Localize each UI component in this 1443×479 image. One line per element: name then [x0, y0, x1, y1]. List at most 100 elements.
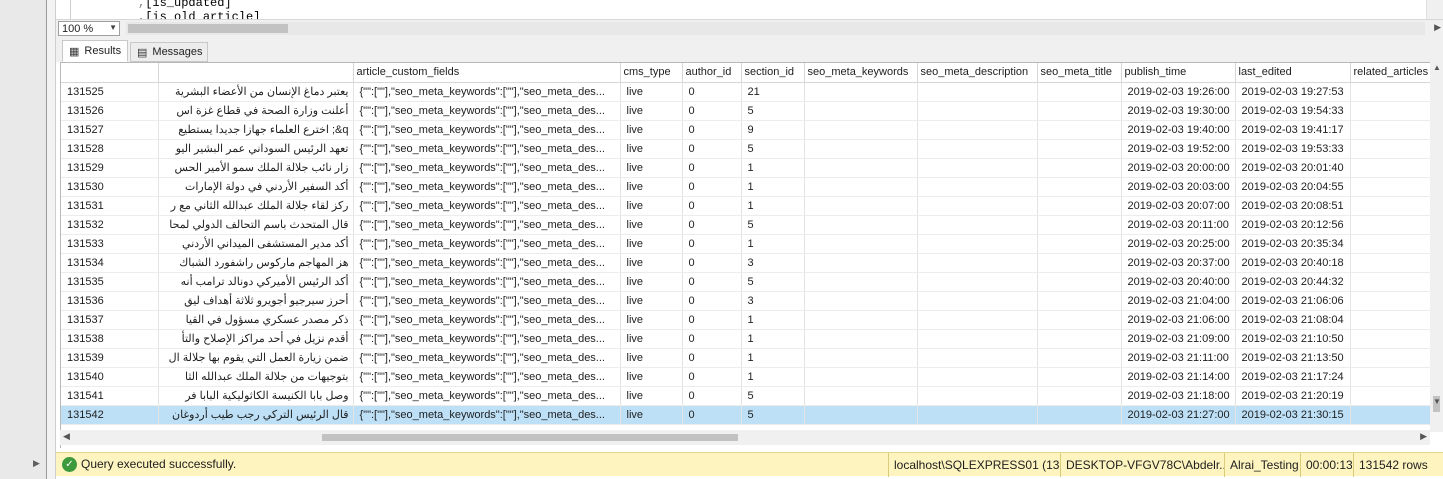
- cell-custom-fields[interactable]: {"":[""],"seo_meta_keywords":[""],"seo_m…: [353, 386, 621, 406]
- cell-last-edited[interactable]: 2019-02-03 21:10:50: [1235, 329, 1351, 349]
- cell-id[interactable]: 131532: [61, 215, 159, 235]
- cell-cms-type[interactable]: live: [620, 101, 683, 121]
- cell-publish-time[interactable]: 2019-02-03 20:07:00: [1121, 196, 1236, 216]
- cell-custom-fields[interactable]: {"":[""],"seo_meta_keywords":[""],"seo_m…: [353, 120, 621, 140]
- grid-horizontal-scrollbar[interactable]: ◀ ▶: [60, 430, 1430, 445]
- editor-horizontal-scrollbar[interactable]: ▶: [126, 22, 1441, 35]
- cell-seo-meta-title[interactable]: [1037, 272, 1122, 292]
- column-header[interactable]: seo_meta_title: [1037, 63, 1122, 83]
- cell-last-edited[interactable]: 2019-02-03 20:44:32: [1235, 272, 1351, 292]
- cell-seo-meta-title[interactable]: [1037, 367, 1122, 387]
- column-header[interactable]: publish_time: [1121, 63, 1236, 83]
- cell-author-id[interactable]: 0: [682, 348, 742, 368]
- cell-seo-meta-keywords[interactable]: [804, 215, 918, 235]
- cell-seo-meta-title[interactable]: [1037, 348, 1122, 368]
- cell-publish-time[interactable]: 2019-02-03 21:14:00: [1121, 367, 1236, 387]
- chevron-down-icon[interactable]: ▼: [109, 23, 117, 32]
- column-header[interactable]: last_edited: [1235, 63, 1351, 83]
- cell-seo-meta-keywords[interactable]: [804, 101, 918, 121]
- cell-cms-type[interactable]: live: [620, 139, 683, 159]
- cell-custom-fields[interactable]: {"":[""],"seo_meta_keywords":[""],"seo_m…: [353, 253, 621, 273]
- cell-title[interactable]: ركز لقاء جلالة الملك عبدالله الثاني مع ر: [158, 196, 354, 216]
- cell-cms-type[interactable]: live: [620, 177, 683, 197]
- cell-title[interactable]: بتوجيهات من جلالة الملك عبدالله الثا: [158, 367, 354, 387]
- cell-seo-meta-keywords[interactable]: [804, 272, 918, 292]
- cell-title[interactable]: أكد مدير المستشفى الميداني الأردني: [158, 234, 354, 254]
- cell-author-id[interactable]: 0: [682, 215, 742, 235]
- cell-publish-time[interactable]: 2019-02-03 20:00:00: [1121, 158, 1236, 178]
- cell-cms-type[interactable]: live: [620, 291, 683, 311]
- table-row[interactable]: 131539 ضمن زيارة العمل التي يقوم بها جلال…: [61, 348, 1443, 368]
- cell-seo-meta-keywords[interactable]: [804, 139, 918, 159]
- cell-author-id[interactable]: 0: [682, 177, 742, 197]
- cell-publish-time[interactable]: 2019-02-03 21:18:00: [1121, 386, 1236, 406]
- cell-author-id[interactable]: 0: [682, 82, 742, 102]
- cell-seo-meta-description[interactable]: [917, 272, 1038, 292]
- cell-custom-fields[interactable]: {"":[""],"seo_meta_keywords":[""],"seo_m…: [353, 215, 621, 235]
- cell-author-id[interactable]: 0: [682, 405, 742, 425]
- cell-seo-meta-description[interactable]: [917, 310, 1038, 330]
- table-row[interactable]: 131536 أحرز سيرجيو أجويرو ثلاثة أهداف ليق…: [61, 291, 1443, 311]
- cell-cms-type[interactable]: live: [620, 348, 683, 368]
- cell-seo-meta-description[interactable]: [917, 253, 1038, 273]
- cell-seo-meta-title[interactable]: [1037, 405, 1122, 425]
- cell-author-id[interactable]: 0: [682, 367, 742, 387]
- cell-title[interactable]: يعتبر دماغ الإنسان من الأعضاء البشرية: [158, 82, 354, 102]
- table-row[interactable]: 131541 وصل بابا الكنيسة الكاثوليكية الباب…: [61, 386, 1443, 406]
- cell-section-id[interactable]: 5: [741, 386, 805, 406]
- cell-publish-time[interactable]: 2019-02-03 20:03:00: [1121, 177, 1236, 197]
- scroll-left-icon[interactable]: ◀: [63, 431, 70, 442]
- cell-author-id[interactable]: 0: [682, 101, 742, 121]
- table-row[interactable]: 131534 هز المهاجم ماركوس راشفورد الشباك {"…: [61, 253, 1443, 273]
- cell-publish-time[interactable]: 2019-02-03 20:40:00: [1121, 272, 1236, 292]
- cell-author-id[interactable]: 0: [682, 139, 742, 159]
- tab-messages[interactable]: ▤ Messages: [130, 42, 208, 62]
- cell-custom-fields[interactable]: {"":[""],"seo_meta_keywords":[""],"seo_m…: [353, 310, 621, 330]
- cell-seo-meta-keywords[interactable]: [804, 310, 918, 330]
- cell-id[interactable]: 131540: [61, 367, 159, 387]
- cell-publish-time[interactable]: 2019-02-03 21:27:00: [1121, 405, 1236, 425]
- column-header[interactable]: cms_type: [620, 63, 683, 83]
- cell-section-id[interactable]: 5: [741, 272, 805, 292]
- cell-id[interactable]: 131541: [61, 386, 159, 406]
- table-row[interactable]: 131529 زار نائب جلالة الملك سمو الأمير ال…: [61, 158, 1443, 178]
- cell-id[interactable]: 131525: [61, 82, 159, 102]
- table-row[interactable]: 131533 أكد مدير المستشفى الميداني الأردني…: [61, 234, 1443, 254]
- cell-last-edited[interactable]: 2019-02-03 19:41:17: [1235, 120, 1351, 140]
- cell-seo-meta-description[interactable]: [917, 82, 1038, 102]
- cell-section-id[interactable]: 9: [741, 120, 805, 140]
- cell-seo-meta-description[interactable]: [917, 234, 1038, 254]
- cell-seo-meta-title[interactable]: [1037, 196, 1122, 216]
- cell-publish-time[interactable]: 2019-02-03 21:09:00: [1121, 329, 1236, 349]
- cell-last-edited[interactable]: 2019-02-03 20:01:40: [1235, 158, 1351, 178]
- cell-last-edited[interactable]: 2019-02-03 20:08:51: [1235, 196, 1351, 216]
- cell-custom-fields[interactable]: {"":[""],"seo_meta_keywords":[""],"seo_m…: [353, 82, 621, 102]
- cell-custom-fields[interactable]: {"":[""],"seo_meta_keywords":[""],"seo_m…: [353, 348, 621, 368]
- cell-id[interactable]: 131527: [61, 120, 159, 140]
- cell-title[interactable]: وصل بابا الكنيسة الكاثوليكية البابا فر: [158, 386, 354, 406]
- cell-section-id[interactable]: 1: [741, 348, 805, 368]
- scroll-right-icon[interactable]: ▶: [1434, 22, 1441, 33]
- cell-title[interactable]: ذكر مصدر عسكري مسؤول في القيا: [158, 310, 354, 330]
- cell-custom-fields[interactable]: {"":[""],"seo_meta_keywords":[""],"seo_m…: [353, 196, 621, 216]
- table-row[interactable]: 131538 أقدم نزيل في أحد مراكز الإصلاح وال…: [61, 329, 1443, 349]
- cell-section-id[interactable]: 1: [741, 234, 805, 254]
- table-row[interactable]: 131528 تعهد الرئيس السوداني عمر البشير ال…: [61, 139, 1443, 159]
- table-row[interactable]: 131542 قال الرئيس التركي رجب طيب أردوغان{…: [61, 405, 1443, 425]
- cell-author-id[interactable]: 0: [682, 234, 742, 254]
- cell-publish-time[interactable]: 2019-02-03 21:11:00: [1121, 348, 1236, 368]
- cell-last-edited[interactable]: 2019-02-03 20:12:56: [1235, 215, 1351, 235]
- cell-seo-meta-keywords[interactable]: [804, 405, 918, 425]
- cell-seo-meta-description[interactable]: [917, 329, 1038, 349]
- column-header[interactable]: article_custom_fields: [353, 63, 621, 83]
- cell-last-edited[interactable]: 2019-02-03 20:35:34: [1235, 234, 1351, 254]
- cell-title[interactable]: أقدم نزيل في أحد مراكز الإصلاح والتأ: [158, 329, 354, 349]
- cell-cms-type[interactable]: live: [620, 120, 683, 140]
- scrollbar-thumb[interactable]: [128, 24, 288, 33]
- cell-title[interactable]: قال المتحدث باسم التحالف الدولي لمحا: [158, 215, 354, 235]
- cell-id[interactable]: 131535: [61, 272, 159, 292]
- cell-section-id[interactable]: 3: [741, 291, 805, 311]
- cell-seo-meta-title[interactable]: [1037, 158, 1122, 178]
- cell-author-id[interactable]: 0: [682, 158, 742, 178]
- cell-id[interactable]: 131530: [61, 177, 159, 197]
